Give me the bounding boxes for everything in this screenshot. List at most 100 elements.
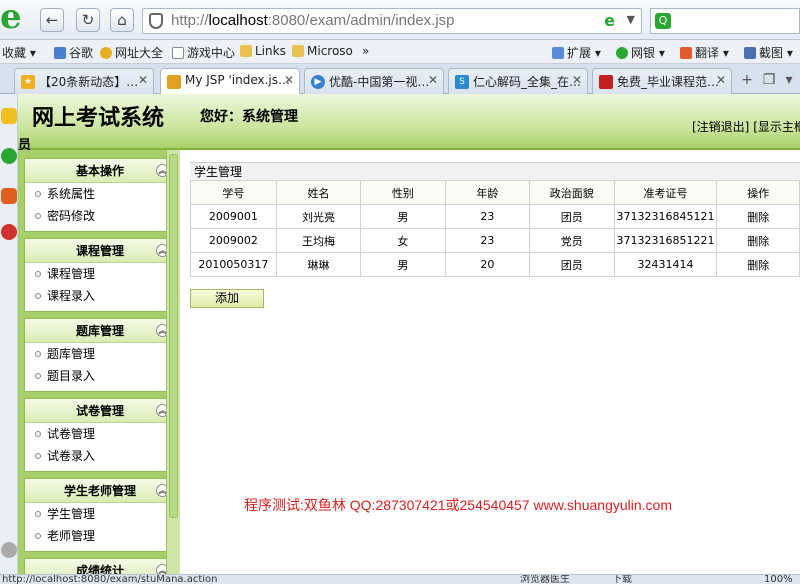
bullet-icon [35, 511, 41, 517]
menu-group-title[interactable]: 基本操作 ︽ [25, 159, 175, 183]
add-button[interactable]: 添加 [190, 289, 264, 308]
cell-name: 琳琳 [275, 252, 362, 277]
menu-group-title[interactable]: 题库管理 ︽ [25, 319, 175, 343]
menu-group-title[interactable]: 成绩统计 ︽ [25, 559, 175, 574]
status-url: http://localhost:8080/exam/stuMana.actio… [2, 574, 218, 584]
status-bar: http://localhost:8080/exam/stuMana.actio… [0, 574, 800, 584]
header-links: [注销退出] [显示主框架] [692, 118, 800, 135]
column-header: 学号 [190, 180, 277, 205]
delete-link[interactable]: 删除 [716, 252, 800, 277]
star-icon: ★ [21, 75, 35, 89]
menu-item-teacher-manage[interactable]: 老师管理 [25, 525, 175, 547]
home-icon[interactable]: ⌂ [110, 8, 134, 32]
tab-list-icon[interactable]: ❐ [760, 72, 778, 90]
bookmark-google[interactable]: 谷歌 [54, 44, 93, 61]
scrollbar-thumb[interactable] [169, 154, 178, 518]
cell-student-id: 2009001 [190, 204, 277, 229]
bookmark-game-center[interactable]: 游戏中心 [172, 44, 235, 61]
bullet-icon [35, 533, 41, 539]
play-icon: ▶ [311, 75, 325, 89]
cell-ticket-number: 32431414 [613, 252, 718, 277]
bookmarks-more[interactable]: » [362, 44, 369, 58]
cell-political-status: 团员 [529, 204, 615, 229]
menu-group-basic: 基本操作 ︽ 系统属性 密码修改 [24, 158, 176, 232]
search-input[interactable]: Q [650, 8, 800, 34]
settings-gear-icon[interactable] [1, 542, 17, 558]
refresh-button[interactable]: ↻ [76, 8, 100, 32]
bookmark-links[interactable]: Links [240, 44, 286, 58]
back-button[interactable]: ← [40, 8, 64, 32]
chat-icon[interactable] [1, 148, 17, 164]
bookmark-favorites[interactable]: 收藏 ▾ [2, 44, 36, 61]
address-text[interactable]: http://localhost:8080/exam/admin/index.j… [171, 12, 455, 29]
menu-group-title[interactable]: 课程管理 ︽ [25, 239, 175, 263]
new-tab-icon[interactable]: + [738, 72, 756, 90]
bookmark-microsoft[interactable]: Microso [292, 44, 353, 58]
cell-age: 20 [444, 252, 531, 277]
menu-item-paper-manage[interactable]: 试卷管理 [25, 423, 175, 445]
search-icon[interactable]: Q [655, 13, 671, 29]
close-icon[interactable]: ✕ [284, 73, 294, 87]
bookmark-url-portal[interactable]: 网址大全 [100, 44, 163, 61]
show-frame-link[interactable]: [显示主框架] [753, 120, 800, 134]
menu-item-change-password[interactable]: 密码修改 [25, 205, 175, 227]
menu-item-course-entry[interactable]: 课程录入 [25, 285, 175, 307]
scissors-icon [744, 47, 756, 59]
tab-free-course[interactable]: 免费_毕业课程范… ✕ [592, 68, 732, 94]
google-icon [54, 47, 66, 59]
menu-item-paper-entry[interactable]: 试卷录入 [25, 445, 175, 467]
compat-mode-icon[interactable]: e [604, 11, 615, 30]
tab-menu-icon[interactable]: ▾ [780, 72, 798, 90]
tab-news[interactable]: ★ 【20条新动态】… ✕ [14, 68, 154, 94]
soku-icon: S [455, 75, 469, 89]
extensions-button[interactable]: 扩展 ▾ [552, 44, 601, 61]
menu-group-student-teacher: 学生老师管理 ︽ 学生管理 老师管理 [24, 478, 176, 552]
browser-sidebar [0, 94, 18, 574]
close-icon[interactable]: ✕ [572, 73, 582, 87]
page-icon [172, 47, 184, 59]
cell-student-id: 2010050317 [190, 252, 277, 277]
tab-my-jsp[interactable]: My JSP 'index.js… ✕ [160, 68, 300, 95]
menu-item-student-manage[interactable]: 学生管理 [25, 503, 175, 525]
bullet-icon [35, 293, 41, 299]
jsp-page-icon [167, 75, 181, 89]
menu-group-course: 课程管理 ︽ 课程管理 课程录入 [24, 238, 176, 312]
close-icon[interactable]: ✕ [428, 73, 438, 87]
menu-group-title[interactable]: 学生老师管理 ︽ [25, 479, 175, 503]
bullet-icon [35, 373, 41, 379]
cell-name: 刘光亮 [275, 204, 362, 229]
site-icon [599, 75, 613, 89]
browser-nav-bar: e ← ↻ ⌂ http://localhost:8080/exam/admin… [0, 0, 800, 40]
translate-button[interactable]: 翻译 ▾ [680, 44, 729, 61]
cell-age: 23 [444, 204, 531, 229]
app-icon[interactable] [1, 224, 17, 240]
menu-item-bank-manage[interactable]: 题库管理 [25, 343, 175, 365]
left-menu: 基本操作 ︽ 系统属性 密码修改 课程管理 ︽ 课程管理 课程录入 题库管理 ︽ 题库… [18, 150, 180, 574]
favorites-star-icon[interactable] [1, 108, 17, 124]
download-button[interactable]: 下载 [612, 575, 632, 584]
folder-icon [240, 45, 252, 57]
tab-renxin[interactable]: S 仁心解码_全集_在… ✕ [448, 68, 588, 94]
folder-icon [292, 45, 304, 57]
cell-age: 23 [444, 228, 531, 253]
screenshot-button[interactable]: 截图 ▾ [744, 44, 793, 61]
logout-link[interactable]: [注销退出] [692, 120, 749, 134]
browser-doctor-button[interactable]: 浏览器医生 [520, 575, 570, 584]
delete-link[interactable]: 删除 [716, 228, 800, 253]
address-dropdown-icon[interactable]: ▼ [627, 13, 635, 26]
zoom-level[interactable]: 100% [764, 575, 793, 584]
column-header: 性别 [360, 180, 446, 205]
address-bar[interactable]: http://localhost:8080/exam/admin/index.j… [142, 8, 642, 34]
close-icon[interactable]: ✕ [138, 73, 148, 87]
menu-scrollbar[interactable] [166, 150, 180, 574]
menu-item-question-entry[interactable]: 题目录入 [25, 365, 175, 387]
menu-item-course-manage[interactable]: 课程管理 [25, 263, 175, 285]
delete-link[interactable]: 删除 [716, 204, 800, 229]
weibo-icon[interactable] [1, 188, 17, 204]
menu-item-system-props[interactable]: 系统属性 [25, 183, 175, 205]
column-header: 政治面貌 [529, 180, 615, 205]
tab-youku[interactable]: ▶ 优酷-中国第一视… ✕ [304, 68, 444, 94]
online-bank-button[interactable]: 网银 ▾ [616, 44, 665, 61]
menu-group-title[interactable]: 试卷管理 ︽ [25, 399, 175, 423]
close-icon[interactable]: ✕ [716, 73, 726, 87]
